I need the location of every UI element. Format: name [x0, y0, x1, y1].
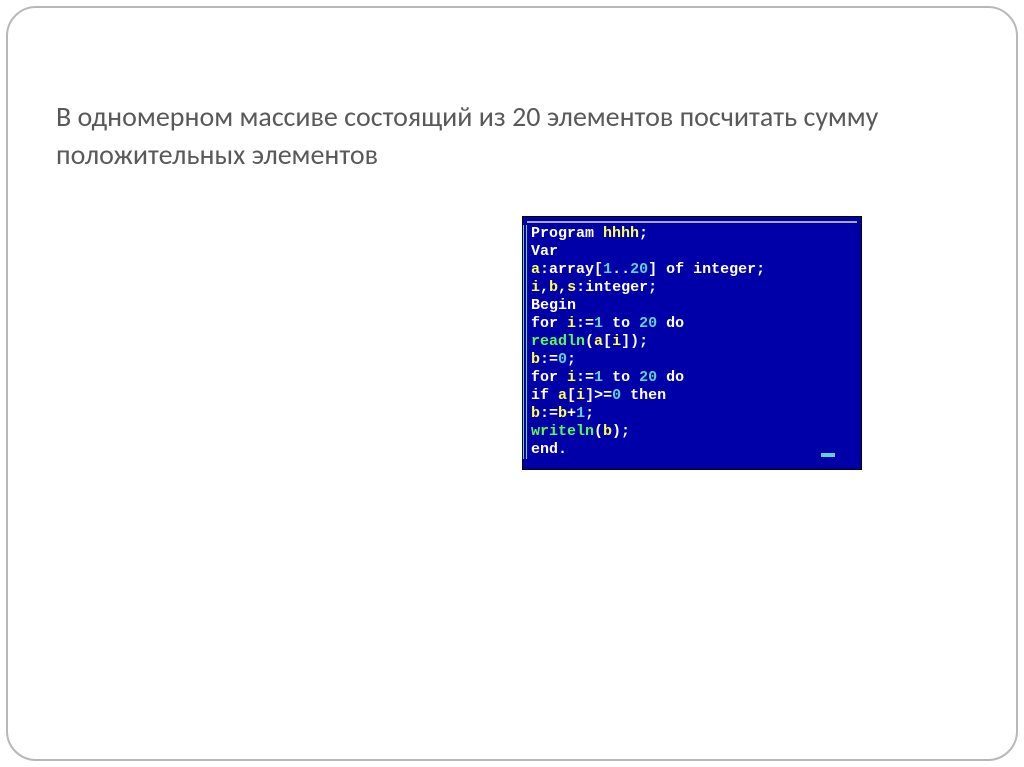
code-token: for	[531, 369, 567, 386]
code-token: a	[594, 333, 603, 350]
code-token: Program	[531, 225, 603, 242]
code-token: ;	[639, 225, 648, 242]
code-token: :	[540, 261, 549, 278]
code-line: readln(a[i]);	[523, 333, 861, 351]
code-token: for	[531, 315, 567, 332]
code-line: b:=0;	[523, 351, 861, 369]
code-token: Begin	[531, 297, 576, 314]
code-token: a	[558, 387, 567, 404]
code-token: do	[657, 315, 684, 332]
code-token: then	[621, 387, 666, 404]
code-token: i	[531, 279, 540, 296]
code-token: array	[549, 261, 594, 278]
code-line: end.	[523, 441, 861, 459]
code-token: i	[576, 387, 585, 404]
text-cursor	[821, 453, 835, 457]
code-token: :=	[576, 369, 594, 386]
code-line: for i:=1 to 20 do	[523, 369, 861, 387]
code-token: b	[531, 405, 540, 422]
code-token: ]);	[621, 333, 648, 350]
code-token: integer	[693, 261, 756, 278]
code-token: [	[567, 387, 576, 404]
code-token: b	[603, 423, 612, 440]
code-token: end	[531, 441, 558, 458]
code-token: ]>=	[585, 387, 612, 404]
code-token: 1	[594, 369, 603, 386]
code-token: b	[549, 279, 558, 296]
code-line: Begin	[523, 297, 861, 315]
code-token: ]	[648, 261, 666, 278]
code-line: a:array[1..20] of integer;	[523, 261, 861, 279]
code-token: integer	[585, 279, 648, 296]
code-token: ;	[567, 351, 576, 368]
code-line: i,b,s:integer;	[523, 279, 861, 297]
code-token: ;	[756, 261, 765, 278]
code-token: a	[531, 261, 540, 278]
code-token: to	[603, 369, 639, 386]
code-token: ;	[585, 405, 594, 422]
code-token: do	[657, 369, 684, 386]
code-token: Var	[531, 243, 558, 260]
code-token: :=	[576, 315, 594, 332]
code-content: Program hhhh;Vara:array[1..20] of intege…	[523, 225, 861, 459]
code-line: for i:=1 to 20 do	[523, 315, 861, 333]
code-token: of	[666, 261, 693, 278]
code-token: .	[558, 441, 567, 458]
code-token: 20	[639, 369, 657, 386]
code-token: b	[531, 351, 540, 368]
code-token: (	[585, 333, 594, 350]
code-token: writeln	[531, 423, 594, 440]
code-token: i	[567, 315, 576, 332]
code-token: s	[567, 279, 576, 296]
editor-top-bar	[527, 221, 857, 223]
code-token: 0	[612, 387, 621, 404]
slide-frame: В одномерном массиве состоящий из 20 эле…	[6, 6, 1018, 761]
code-token: i	[612, 333, 621, 350]
code-token: 20	[630, 261, 648, 278]
code-token: ;	[648, 279, 657, 296]
code-token: +	[567, 405, 576, 422]
code-token: 0	[558, 351, 567, 368]
code-line: writeln(b);	[523, 423, 861, 441]
code-token: 1	[594, 315, 603, 332]
code-token: :=	[540, 351, 558, 368]
code-token: readln	[531, 333, 585, 350]
slide-title: В одномерном массиве состоящий из 20 эле…	[56, 98, 968, 174]
code-token: to	[603, 315, 639, 332]
code-token: :=	[540, 405, 558, 422]
code-line: Var	[523, 243, 861, 261]
code-token: :	[576, 279, 585, 296]
code-token: 20	[639, 315, 657, 332]
code-token: (	[594, 423, 603, 440]
code-token: hhhh	[603, 225, 639, 242]
code-editor-window: Program hhhh;Vara:array[1..20] of intege…	[522, 216, 862, 470]
code-line: b:=b+1;	[523, 405, 861, 423]
code-token: if	[531, 387, 558, 404]
code-token: [	[594, 261, 603, 278]
code-token: 1	[576, 405, 585, 422]
code-token: i	[567, 369, 576, 386]
code-token: ..	[612, 261, 630, 278]
code-token: b	[558, 405, 567, 422]
code-token: );	[612, 423, 630, 440]
code-token: ,	[558, 279, 567, 296]
code-line: Program hhhh;	[523, 225, 861, 243]
code-line: if a[i]>=0 then	[523, 387, 861, 405]
code-token: ,	[540, 279, 549, 296]
code-token: [	[603, 333, 612, 350]
code-token: 1	[603, 261, 612, 278]
